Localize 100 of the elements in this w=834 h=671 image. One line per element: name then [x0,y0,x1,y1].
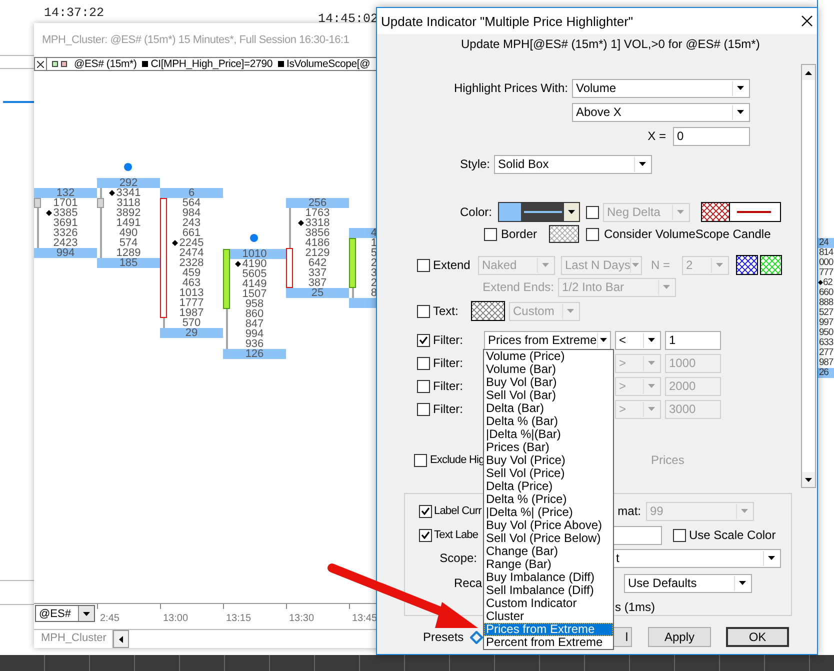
volume-value: 292 [97,178,160,188]
list-option[interactable]: Sell Vol (Bar) [484,389,613,402]
volume-value: 936 [244,339,265,349]
dropdown-select[interactable]: Volume [572,78,750,98]
caret-icon [737,86,744,90]
volume-value: 987 [818,358,834,368]
list-option[interactable]: Buy Vol (Bar) [484,376,613,389]
list-option[interactable]: |Delta %| (Price) [484,506,613,519]
hatch-swatch[interactable] [760,255,782,275]
checkbox[interactable] [417,380,430,392]
label-text: Label Curr [434,505,482,517]
scrollbar[interactable] [801,64,816,488]
volume-value: 26 [818,368,834,378]
checkbox[interactable] [414,454,427,466]
close-icon[interactable] [37,60,44,68]
list-option[interactable]: Change (Bar) [484,545,613,558]
square-icon [142,61,148,67]
label-text: Filter: [433,402,463,416]
square-icon [278,61,284,67]
volume-value: 847 [244,319,265,329]
caret-icon [639,162,646,166]
input-field[interactable]: 0 [673,126,750,146]
list-option[interactable]: Buy Vol (Price Above) [484,519,613,532]
dropdown-list[interactable] [483,349,614,650]
checkbox[interactable] [417,334,430,346]
window-title: MPH_Cluster: @ES# (15m*) 15 Minutes*, Full Session 16:30-16:1 [42,34,350,46]
label-text: Highlight Prices With: [454,81,568,95]
close-button[interactable] [35,58,47,70]
caret-icon [648,361,655,365]
hatch-swatch[interactable] [736,255,758,275]
checkbox[interactable] [419,504,432,518]
list-option[interactable]: Buy Vol (Price) [484,454,613,467]
caret-icon [648,338,655,342]
list-option[interactable]: Prices from Extreme [484,623,613,636]
input-field[interactable] [613,526,662,544]
checkbox[interactable] [419,528,432,542]
scroll-left-button[interactable] [113,630,130,648]
volume-value: 277 [818,348,834,358]
dialog-button[interactable]: l [613,627,632,647]
list-option[interactable]: Delta % (Price) [484,493,613,506]
checkbox[interactable] [586,206,599,218]
list-option[interactable]: |Delta %|(Bar) [484,428,613,441]
down-arrow-icon[interactable] [805,478,812,482]
dropdown-select[interactable]: Solid Box [494,154,652,174]
list-option[interactable]: Volume (Price) [484,350,613,363]
triangle-icon [119,636,124,642]
checkbox[interactable] [484,228,497,240]
checkbox[interactable] [417,304,430,318]
volume-value: 3341 [97,188,160,198]
volume-value: 994 [244,329,265,339]
list-option[interactable]: Sell Imbalance (Diff) [484,584,613,597]
hatch-swatch[interactable] [471,301,505,321]
color-button[interactable] [498,202,580,222]
volume-value: 997 [818,318,834,328]
volume-value: 490 [118,228,139,238]
dialog-button[interactable]: Apply [648,627,711,647]
hatch-swatch[interactable] [701,202,781,222]
list-option[interactable]: Delta % (Bar) [484,415,613,428]
list-option[interactable]: Percent from Extreme [484,636,613,649]
volume-value: 62 [818,278,834,288]
time-label: 13:15 [226,613,252,624]
list-option[interactable]: Custom Indicator [484,597,613,610]
dropdown-select[interactable]: Prices from Extreme [484,330,611,350]
volume-value: 3385 [34,208,97,218]
checkbox[interactable] [417,356,430,370]
dropdown-select[interactable]: t [612,548,781,568]
caret-icon [648,407,655,411]
input-field[interactable]: 1 [665,330,721,350]
hatch-swatch[interactable] [549,224,579,244]
volume-value: 3326 [52,228,79,238]
diamond-icon[interactable] [470,630,483,644]
symbol-select[interactable]: @ES# [35,605,95,622]
list-option[interactable]: Range (Bar) [484,558,613,571]
list-option[interactable]: Prices (Bar) [484,441,613,454]
list-option[interactable]: Delta (Price) [484,480,613,493]
close-icon[interactable] [801,15,813,27]
list-option[interactable]: Sell Vol (Price) [484,467,613,480]
checkbox[interactable] [673,528,686,542]
list-option[interactable]: Cluster [484,610,613,623]
checkbox[interactable] [417,258,430,272]
up-arrow-icon[interactable] [805,70,812,74]
square-icon [52,61,58,67]
label-text: Text Labe [434,529,478,541]
label-text: Border [501,227,538,241]
label-text: Reca [454,576,482,590]
checkbox[interactable] [586,228,599,240]
list-option[interactable]: Sell Vol (Price Below) [484,532,613,545]
dropdown-select[interactable]: < [615,330,661,350]
list-option[interactable]: Volume (Bar) [484,363,613,376]
list-option[interactable]: Buy Imbalance (Diff) [484,571,613,584]
volume-value: 527 [818,308,834,318]
checkbox[interactable] [417,402,430,416]
sheet-tab[interactable]: MPH_Cluster [35,630,114,648]
dialog-button[interactable]: OK [726,627,789,647]
label-text: Scope: [440,551,477,565]
dropdown-select[interactable]: Use Defaults [624,574,752,592]
volume-value: 633 [818,338,834,348]
list-option[interactable]: Delta (Bar) [484,402,613,415]
caret-icon [648,384,655,388]
dropdown-select[interactable]: Above X [572,102,750,122]
